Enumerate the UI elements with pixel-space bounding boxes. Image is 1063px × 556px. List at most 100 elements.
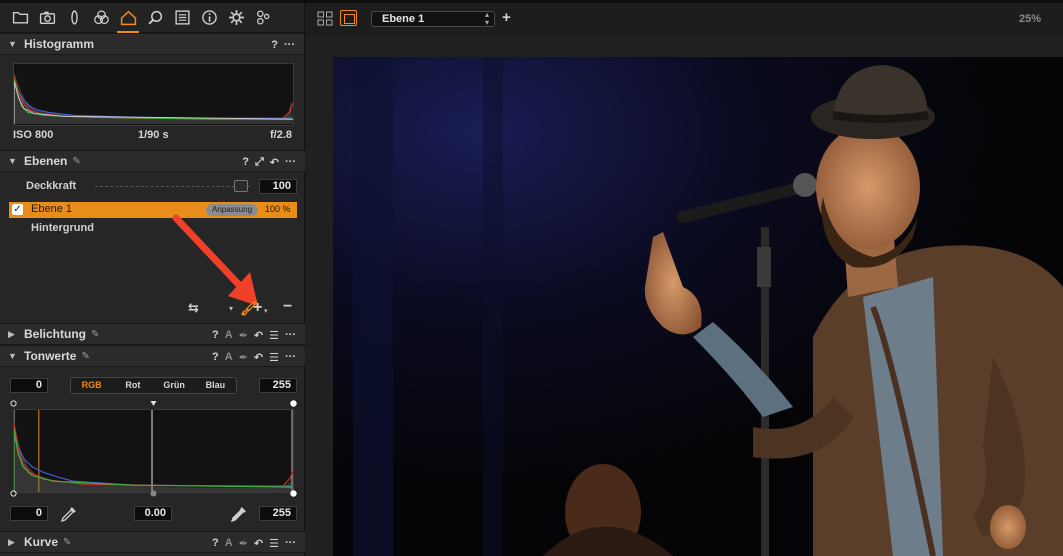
batch-icon[interactable] [252, 7, 274, 29]
layers-title: Ebenen [24, 154, 68, 168]
channel-red[interactable]: Rot [112, 378, 153, 393]
picker-icon[interactable]: ✒ [239, 351, 248, 364]
levels-title: Tonwerte [24, 349, 77, 363]
presets-icon[interactable]: ☰ [269, 329, 279, 342]
info-icon[interactable] [198, 7, 220, 29]
picker-icon[interactable]: ✒ [239, 329, 248, 342]
layer-row-background[interactable]: Hintergrund [31, 222, 94, 234]
presets-icon[interactable]: ☰ [269, 537, 279, 550]
levels-midtone[interactable]: 0.00 [134, 506, 172, 521]
channel-green[interactable]: Grün [154, 378, 195, 393]
photo-preview[interactable] [333, 57, 1063, 556]
more-options-icon[interactable]: ··· [285, 329, 296, 341]
remove-layer-icon[interactable]: − [283, 298, 292, 316]
zoom-level: 25% [1018, 13, 1041, 25]
output-mid-handle[interactable] [150, 490, 157, 497]
layer-name: Ebene 1 [31, 203, 72, 215]
auto-icon[interactable]: A [225, 329, 233, 341]
reset-icon[interactable]: ↶ [270, 156, 279, 169]
levels-header-tools: ? A ✒ ↶ ☰ ··· [212, 346, 296, 368]
auto-icon[interactable]: A [225, 537, 233, 549]
layer-visibility-checkbox[interactable]: ✓ [12, 204, 23, 215]
channel-rgb[interactable]: RGB [71, 378, 112, 393]
details-icon[interactable] [171, 7, 193, 29]
annotation-arrow [172, 214, 258, 306]
help-icon[interactable]: ? [212, 351, 219, 363]
opacity-label: Deckkraft [26, 180, 77, 192]
layers-header-tools: ? ⤢ ↶ ··· [242, 151, 296, 173]
pencil-icon: ✎ [63, 536, 72, 548]
more-options-icon[interactable]: ··· [285, 156, 296, 168]
levels-input-high[interactable]: 255 [259, 378, 297, 393]
levels-section-header[interactable]: ▼ Tonwerte ✎ ? A ✒ ↶ ☰ ··· [0, 345, 305, 367]
presets-icon[interactable]: ☰ [269, 351, 279, 364]
brush-dropdown-icon[interactable]: ▾ [229, 304, 233, 313]
add-layer-icon[interactable]: + [253, 299, 262, 317]
curve-header-tools: ? A ✒ ↶ ☰ ··· [212, 532, 296, 554]
chevron-right-icon[interactable]: ▶ [8, 329, 18, 340]
add-layer-dropdown-icon[interactable]: ▾ [264, 307, 268, 315]
curve-title: Kurve [24, 535, 59, 549]
levels-output-high[interactable]: 255 [259, 506, 297, 521]
gear-icon[interactable] [225, 7, 247, 29]
add-layer-icon[interactable]: + [502, 9, 511, 26]
input-mid-handle[interactable] [150, 400, 157, 407]
tool-tabs [0, 3, 304, 33]
shutter-value: 1/90 s [138, 129, 169, 141]
grid-view-icon[interactable] [317, 11, 333, 26]
input-high-handle[interactable] [290, 400, 297, 407]
black-point-picker-icon[interactable] [60, 505, 78, 523]
help-icon[interactable]: ? [271, 39, 278, 51]
expand-icon[interactable]: ⤢ [255, 156, 264, 169]
search-icon[interactable] [144, 7, 166, 29]
reset-icon[interactable]: ↶ [254, 351, 263, 364]
output-low-handle[interactable] [10, 490, 17, 497]
pencil-icon: ✎ [72, 155, 81, 167]
more-options-icon[interactable]: ··· [285, 351, 296, 363]
chevron-down-icon[interactable]: ▼ [8, 351, 18, 361]
folder-icon[interactable] [9, 7, 31, 29]
updown-arrows-icon: ▴ ▾ [484, 10, 489, 27]
help-icon[interactable]: ? [212, 537, 219, 549]
histogram-section-header[interactable]: ▼ Histogramm ? ··· [0, 33, 304, 55]
exposure-title: Belichtung [24, 327, 86, 341]
aperture-value: f/2.8 [270, 129, 293, 141]
picker-icon[interactable]: ✒ [239, 537, 248, 550]
chevron-down-icon[interactable]: ▼ [8, 156, 18, 166]
opacity-slider-track[interactable] [95, 186, 250, 187]
more-options-icon[interactable]: ··· [285, 537, 296, 549]
lens-icon[interactable] [63, 7, 85, 29]
chevron-down-icon[interactable]: ▼ [8, 39, 18, 49]
more-options-icon[interactable]: ··· [284, 39, 295, 51]
channel-selector: RGB Rot Grün Blau [70, 377, 237, 394]
help-icon[interactable]: ? [242, 156, 249, 168]
exposure-section-header[interactable]: ▶ Belichtung ✎ ? A ✒ ↶ ☰ ··· [0, 323, 305, 345]
reset-icon[interactable]: ↶ [254, 537, 263, 550]
opacity-input[interactable]: 100 [259, 179, 297, 194]
iso-value: ISO 800 [13, 129, 54, 141]
layers-section-header[interactable]: ▼ Ebenen ✎ ? ⤢ ↶ ··· [0, 150, 305, 172]
channel-blue[interactable]: Blau [195, 378, 236, 393]
curve-section-header[interactable]: ▶ Kurve ✎ ? A ✒ ↶ ☰ ··· [0, 531, 305, 553]
help-icon[interactable]: ? [212, 329, 219, 341]
layer-adjust-icon[interactable]: ⇆ [188, 300, 199, 316]
levels-output-low[interactable]: 0 [10, 506, 48, 521]
auto-icon[interactable]: A [225, 351, 233, 363]
exposure-icon[interactable] [117, 7, 139, 33]
layer-dropdown-value: Ebene 1 [382, 13, 425, 25]
opacity-slider-handle[interactable] [234, 180, 248, 192]
single-view-icon[interactable] [340, 10, 357, 26]
viewer-toolbar: Ebene 1 ▴ ▾ + 25% [306, 3, 1063, 34]
chevron-right-icon[interactable]: ▶ [8, 537, 18, 548]
exposure-header-tools: ? A ✒ ↶ ☰ ··· [212, 324, 296, 346]
histogram-title: Histogramm [24, 37, 95, 51]
levels-input-low[interactable]: 0 [10, 378, 48, 393]
output-high-handle[interactable] [290, 490, 297, 497]
color-circles-icon[interactable] [90, 7, 112, 29]
input-low-handle[interactable] [10, 400, 17, 407]
white-point-picker-icon[interactable] [230, 505, 248, 523]
levels-graph[interactable] [13, 409, 294, 493]
camera-icon[interactable] [36, 7, 58, 29]
layer-dropdown[interactable]: Ebene 1 ▴ ▾ [371, 11, 495, 27]
reset-icon[interactable]: ↶ [254, 329, 263, 342]
